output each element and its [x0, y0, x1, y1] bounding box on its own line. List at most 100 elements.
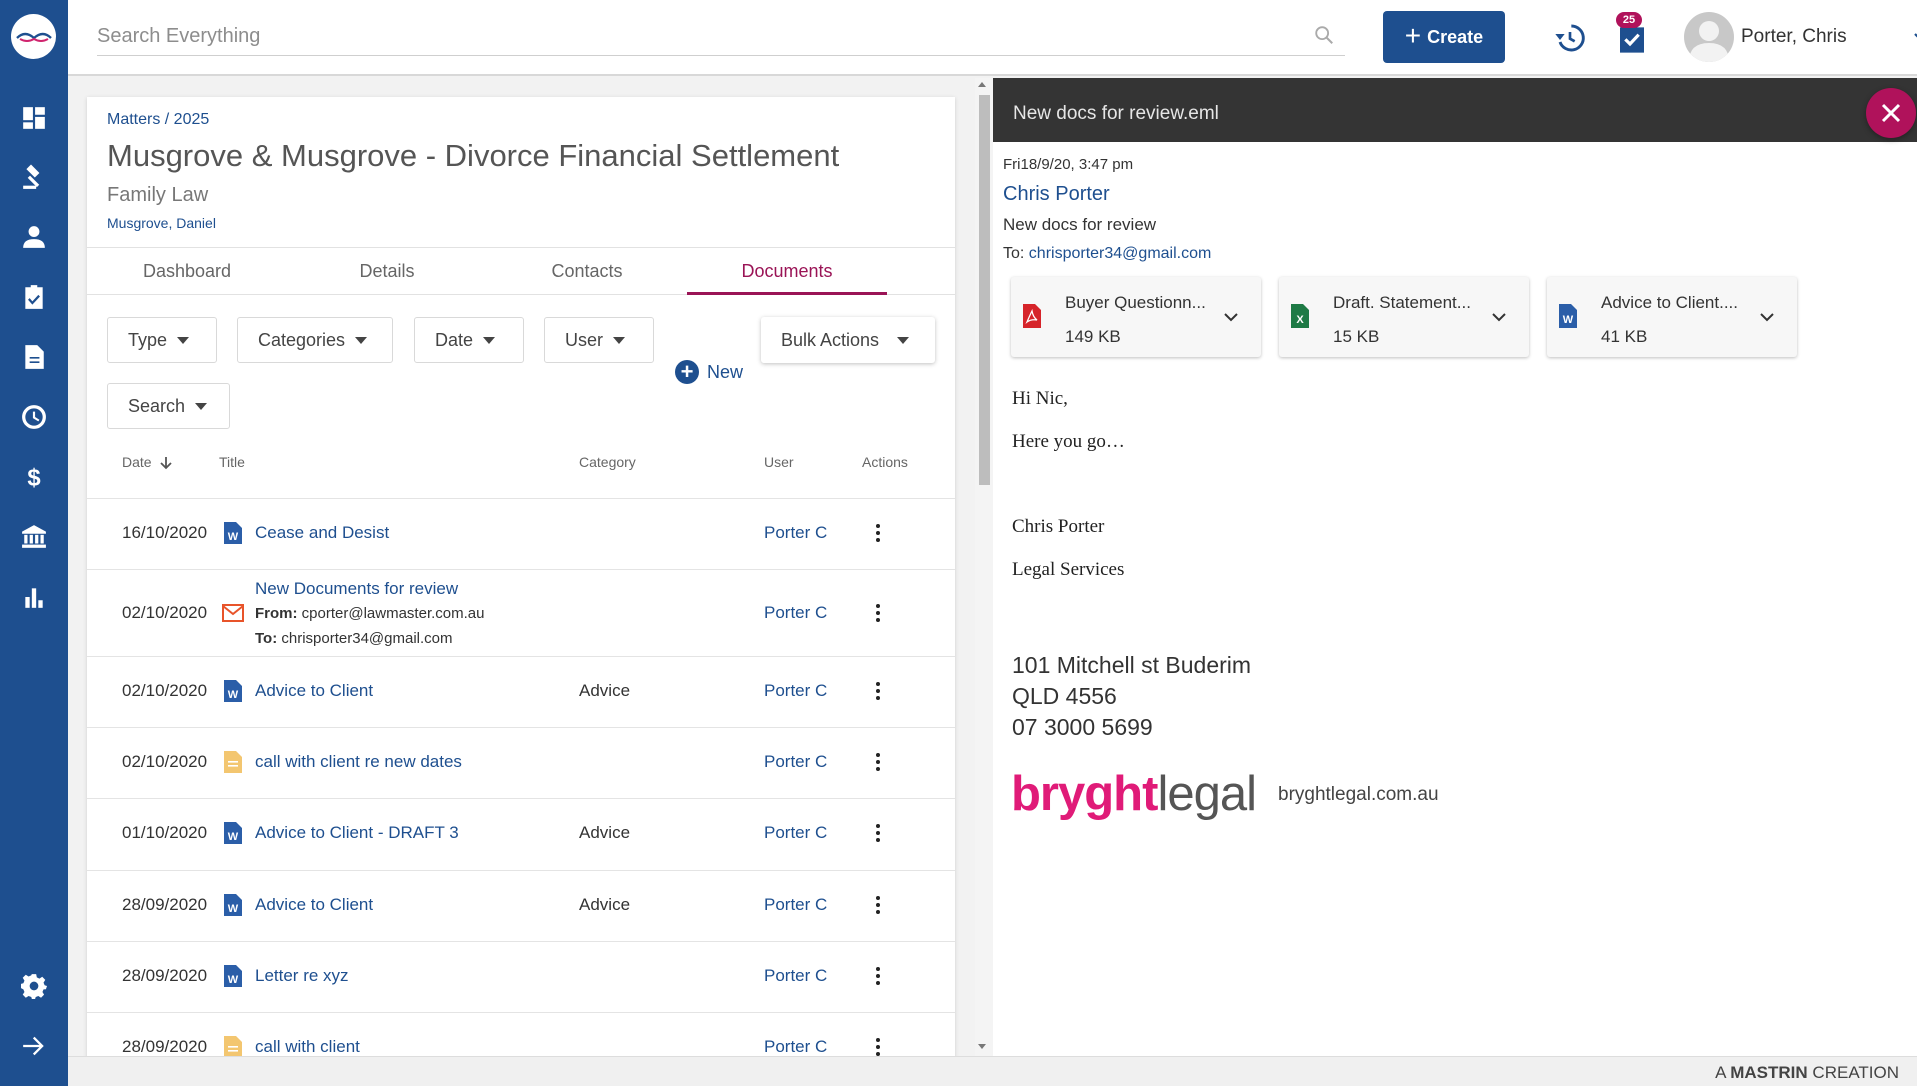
- col-title[interactable]: Title: [219, 454, 245, 470]
- client-link[interactable]: Musgrove, Daniel: [107, 215, 216, 231]
- table-row[interactable]: 28/09/2020 W Letter re xyz Porter C: [87, 941, 955, 1012]
- company-logo: bryghtlegal: [1011, 766, 1257, 822]
- nav-settings-icon[interactable]: [19, 971, 49, 1001]
- sidebar: $: [0, 0, 68, 1086]
- user-avatar[interactable]: [1684, 12, 1734, 62]
- nav-contacts-icon[interactable]: [19, 222, 49, 252]
- row-actions-icon[interactable]: [874, 604, 882, 626]
- search-filter[interactable]: Search: [107, 383, 230, 429]
- table-row[interactable]: 02/10/2020 W Advice to Client Advice Por…: [87, 656, 955, 727]
- row-actions-icon[interactable]: [874, 682, 882, 704]
- attachment-name: Draft. Statement...: [1333, 293, 1471, 312]
- row-actions-icon[interactable]: [874, 967, 882, 989]
- sort-arrow-down-icon: [160, 457, 173, 470]
- expand-sidebar-icon[interactable]: [19, 1031, 49, 1061]
- table-row[interactable]: 02/10/2020 call with client re new dates…: [87, 727, 955, 798]
- app-logo[interactable]: [11, 14, 56, 59]
- add-circle-icon: +: [675, 360, 699, 384]
- nav-documents-icon[interactable]: [19, 342, 49, 372]
- row-user[interactable]: Porter C: [764, 966, 827, 986]
- col-user[interactable]: User: [764, 454, 794, 470]
- tab-contacts[interactable]: Contacts: [487, 248, 687, 295]
- search-input[interactable]: [97, 18, 1297, 54]
- svg-text:X: X: [1296, 314, 1304, 326]
- user-name[interactable]: Porter, Chris: [1741, 26, 1847, 48]
- email-preview-panel: New docs for review.eml Fri18/9/20, 3:47…: [993, 78, 1917, 1056]
- table-row[interactable]: 02/10/2020 New Documents for review From…: [87, 569, 955, 656]
- document-title-link[interactable]: Advice to Client: [255, 681, 373, 701]
- col-actions: Actions: [862, 454, 908, 470]
- nav-gavel-icon[interactable]: [19, 162, 49, 192]
- svg-text:W: W: [228, 689, 239, 701]
- attachment-size: 15 KB: [1333, 327, 1380, 346]
- attachment-card[interactable]: Buyer Questionn... 149 KB: [1011, 277, 1261, 357]
- new-label: New: [707, 361, 744, 382]
- document-title-link[interactable]: Advice to Client: [255, 895, 373, 915]
- col-category[interactable]: Category: [579, 454, 636, 470]
- document-title-link[interactable]: call with client re new dates: [255, 752, 462, 772]
- breadcrumb[interactable]: Matters / 2025: [107, 111, 209, 129]
- email-sender[interactable]: Chris Porter: [1003, 183, 1110, 206]
- scroll-down-arrow-icon[interactable]: [978, 1044, 986, 1049]
- user-filter[interactable]: User: [544, 317, 654, 363]
- svg-text:W: W: [228, 831, 239, 843]
- chevron-down-icon[interactable]: [1223, 309, 1239, 325]
- type-filter[interactable]: Type: [107, 317, 217, 363]
- chevron-down-icon[interactable]: [1491, 309, 1507, 325]
- row-date: 16/10/2020: [122, 523, 208, 542]
- chevron-down-icon[interactable]: [1913, 29, 1917, 45]
- nav-bank-icon[interactable]: [19, 522, 49, 552]
- table-row[interactable]: 16/10/2020 W Cease and Desist Porter C: [87, 498, 955, 569]
- bulk-actions-button[interactable]: Bulk Actions: [761, 317, 935, 363]
- scroll-up-arrow-icon[interactable]: [978, 82, 986, 87]
- attachment-card[interactable]: W Advice to Client.... 41 KB: [1547, 277, 1797, 357]
- document-title-link[interactable]: call with client: [255, 1037, 360, 1057]
- footer-prefix: A: [1715, 1063, 1726, 1082]
- row-actions-icon[interactable]: [874, 824, 882, 846]
- row-date: 02/10/2020: [122, 752, 208, 771]
- close-preview-button[interactable]: [1866, 88, 1916, 138]
- row-actions-icon[interactable]: [874, 896, 882, 918]
- nav-time-icon[interactable]: [19, 402, 49, 432]
- table-row[interactable]: 01/10/2020 W Advice to Client - DRAFT 3 …: [87, 798, 955, 870]
- footer-brand: MASTRIN: [1730, 1063, 1808, 1082]
- row-user[interactable]: Porter C: [764, 523, 827, 543]
- row-user[interactable]: Porter C: [764, 752, 827, 772]
- caret-down-icon: [195, 402, 208, 410]
- email-to-address[interactable]: chrisporter34@gmail.com: [1029, 245, 1212, 262]
- nav-reports-icon[interactable]: [19, 582, 49, 612]
- categories-filter[interactable]: Categories: [237, 317, 393, 363]
- nav-dashboard-icon[interactable]: [19, 103, 49, 133]
- row-actions-icon[interactable]: [874, 524, 882, 546]
- tab-documents[interactable]: Documents: [687, 248, 887, 295]
- chevron-down-icon[interactable]: [1759, 309, 1775, 325]
- attachment-size: 149 KB: [1065, 327, 1121, 346]
- row-user[interactable]: Porter C: [764, 603, 827, 623]
- attachment-card[interactable]: X Draft. Statement... 15 KB: [1279, 277, 1529, 357]
- col-date[interactable]: Date: [122, 454, 173, 470]
- global-search: [97, 18, 1345, 56]
- row-user[interactable]: Porter C: [764, 1037, 827, 1057]
- nav-tasks-icon[interactable]: [19, 282, 49, 312]
- row-date: 28/09/2020: [122, 966, 208, 985]
- email-recipient: To: chrisporter34@gmail.com: [1003, 245, 1211, 263]
- date-filter[interactable]: Date: [414, 317, 524, 363]
- user-filter-label: User: [565, 329, 604, 350]
- tab-details[interactable]: Details: [287, 248, 487, 295]
- create-button[interactable]: + Create: [1383, 11, 1505, 63]
- scrollbar-thumb[interactable]: [979, 95, 990, 485]
- history-icon[interactable]: [1554, 22, 1586, 54]
- search-icon[interactable]: [1313, 24, 1335, 46]
- row-actions-icon[interactable]: [874, 753, 882, 775]
- row-user[interactable]: Porter C: [764, 681, 827, 701]
- nav-billing-icon[interactable]: $: [19, 462, 49, 492]
- document-title-link[interactable]: Letter re xyz: [255, 966, 349, 986]
- tab-dashboard[interactable]: Dashboard: [87, 248, 287, 295]
- row-user[interactable]: Porter C: [764, 895, 827, 915]
- table-row[interactable]: 28/09/2020 W Advice to Client Advice Por…: [87, 870, 955, 941]
- document-title-link[interactable]: Advice to Client - DRAFT 3: [255, 823, 459, 843]
- new-document-button[interactable]: + New: [675, 360, 743, 384]
- document-title-link[interactable]: Cease and Desist: [255, 523, 389, 543]
- row-user[interactable]: Porter C: [764, 823, 827, 843]
- document-title-link[interactable]: New Documents for review: [255, 579, 458, 599]
